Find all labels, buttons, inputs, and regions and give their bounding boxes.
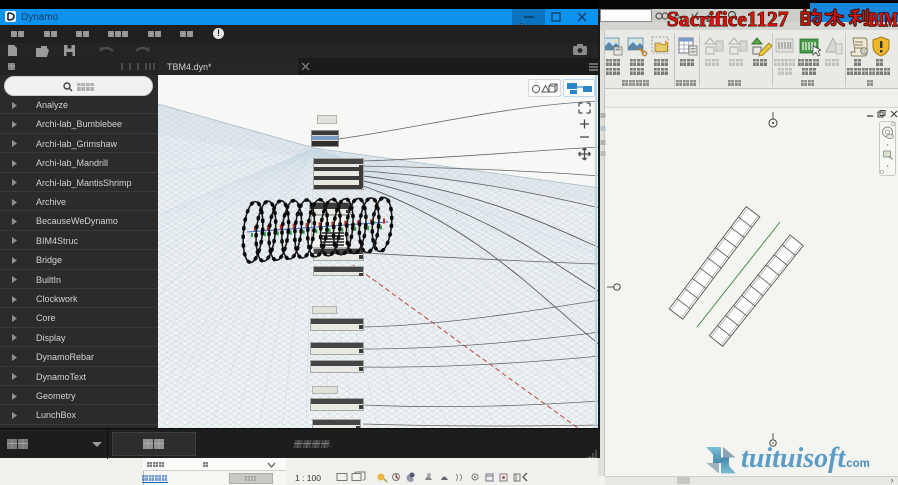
svg-text:.com: .com [843,458,870,470]
svg-text:BIM: BIM [869,8,898,31]
svg-text:Sacrifice1127: Sacrifice1127 [667,7,789,31]
svg-text:tuituisoft: tuituisoft [741,443,846,474]
